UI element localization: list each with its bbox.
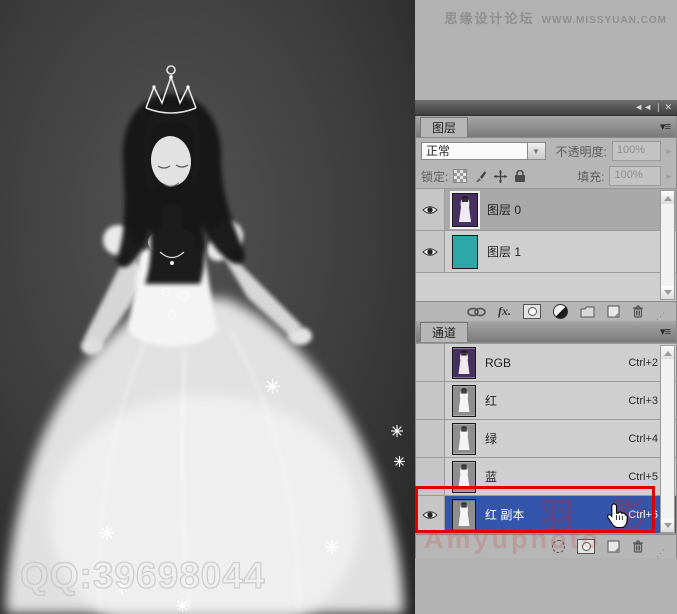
adjustment-layer-icon[interactable] bbox=[553, 304, 568, 319]
layers-button-bar: fx. ⋰ bbox=[416, 301, 676, 321]
blend-mode-value: 正常 bbox=[421, 142, 527, 160]
channel-thumbnail[interactable] bbox=[452, 384, 476, 417]
channel-name[interactable]: 红 bbox=[485, 392, 497, 409]
layer-style-icon[interactable]: fx. bbox=[498, 304, 511, 319]
scroll-up-icon[interactable] bbox=[661, 346, 674, 359]
layers-panel: 图层 ▾≡ 正常 ▼ 不透明度: 100% ▸ 锁定: 填充: 100% ▸ 图… bbox=[415, 116, 677, 321]
opacity-popup-icon[interactable]: ▸ bbox=[666, 146, 671, 157]
lock-transparency-icon[interactable] bbox=[453, 169, 468, 183]
opacity-value[interactable]: 100% bbox=[611, 141, 662, 161]
fill-label: 填充: bbox=[577, 169, 605, 184]
layer-name[interactable]: 图层 0 bbox=[487, 201, 521, 218]
layers-tabrow: 图层 ▾≡ bbox=[416, 116, 676, 138]
scroll-down-icon[interactable] bbox=[661, 286, 674, 299]
canvas-photo: QQ:39698044 bbox=[0, 0, 415, 614]
channel-name[interactable]: 绿 bbox=[485, 430, 497, 447]
channel-visibility-toggle[interactable] bbox=[416, 420, 445, 457]
scroll-down-icon[interactable] bbox=[661, 519, 674, 532]
channel-name[interactable]: RGB bbox=[485, 356, 511, 370]
channels-panel-menu-icon[interactable]: ▾≡ bbox=[660, 325, 671, 338]
layer-name[interactable]: 图层 1 bbox=[487, 243, 521, 260]
channel-row-red-copy[interactable]: 红 副本 Ctrl+6 bbox=[416, 496, 676, 534]
channel-thumbnail[interactable] bbox=[452, 346, 476, 379]
close-dock-icon[interactable]: ✕ bbox=[664, 103, 672, 112]
layers-panel-menu-icon[interactable]: ▾≡ bbox=[660, 120, 671, 133]
new-layer-icon[interactable] bbox=[607, 305, 620, 318]
new-channel-icon[interactable] bbox=[607, 540, 620, 553]
channel-visibility-toggle[interactable] bbox=[416, 458, 445, 495]
channel-row-red[interactable]: 红 Ctrl+3 bbox=[416, 382, 676, 420]
link-layers-icon[interactable] bbox=[467, 307, 486, 317]
blend-mode-row: 正常 ▼ 不透明度: 100% ▸ bbox=[416, 138, 676, 164]
fill-popup-icon[interactable]: ▸ bbox=[666, 171, 671, 182]
chevron-down-icon[interactable]: ▼ bbox=[526, 142, 546, 160]
channels-panel: 通道 ▾≡ RGB Ctrl+2 红 Ctrl+3 绿 Ctrl+4 蓝 Ctr… bbox=[415, 321, 677, 558]
bride-photo: QQ:39698044 bbox=[0, 0, 415, 614]
channel-visibility-toggle[interactable] bbox=[416, 496, 445, 533]
channel-shortcut: Ctrl+2 bbox=[628, 356, 658, 369]
channel-row-blue[interactable]: 蓝 Ctrl+5 bbox=[416, 458, 676, 496]
opacity-label: 不透明度: bbox=[555, 144, 607, 159]
channel-visibility-toggle[interactable] bbox=[416, 344, 445, 381]
layer-row-1[interactable]: 图层 1 bbox=[416, 231, 676, 273]
lock-label: 锁定: bbox=[421, 169, 449, 184]
panel-resize-grip[interactable]: ⋰ bbox=[656, 549, 666, 558]
fill-value[interactable]: 100% bbox=[609, 166, 662, 186]
forum-url: WWW.MISSYUAN.COM bbox=[541, 15, 667, 26]
channel-name[interactable]: 红 副本 bbox=[485, 506, 524, 523]
eye-icon bbox=[423, 248, 437, 255]
channel-thumbnail[interactable] bbox=[452, 422, 476, 455]
lock-row: 锁定: 填充: 100% ▸ bbox=[416, 164, 676, 188]
new-group-icon[interactable] bbox=[580, 306, 595, 318]
flower-accent bbox=[265, 379, 280, 394]
tab-channels[interactable]: 通道 bbox=[420, 321, 469, 342]
dock-titlebar: ◄◄ | ✕ bbox=[415, 100, 677, 116]
channel-thumbnail[interactable] bbox=[452, 460, 476, 493]
channels-tabrow: 通道 ▾≡ bbox=[416, 321, 676, 343]
channel-shortcut: Ctrl+3 bbox=[628, 394, 658, 407]
lock-all-icon[interactable] bbox=[514, 169, 526, 183]
channels-scrollbar[interactable] bbox=[660, 345, 675, 533]
layer-thumbnail[interactable] bbox=[452, 234, 478, 269]
collapse-dock-icon[interactable]: ◄◄ bbox=[634, 103, 652, 112]
lock-position-icon[interactable] bbox=[494, 169, 508, 183]
layers-list: 图层 0 图层 1 bbox=[416, 188, 676, 301]
channel-shortcut: Ctrl+5 bbox=[628, 470, 658, 483]
save-selection-as-channel-icon[interactable] bbox=[577, 539, 595, 554]
layer-visibility-toggle[interactable] bbox=[416, 189, 445, 230]
delete-channel-trash-icon[interactable] bbox=[632, 540, 644, 553]
channel-name[interactable]: 蓝 bbox=[485, 468, 497, 485]
delete-layer-trash-icon[interactable] bbox=[632, 305, 644, 318]
channels-list: RGB Ctrl+2 红 Ctrl+3 绿 Ctrl+4 蓝 Ctrl+5 红 … bbox=[416, 343, 676, 534]
panel-resize-grip[interactable]: ⋰ bbox=[656, 312, 666, 321]
channel-row-green[interactable]: 绿 Ctrl+4 bbox=[416, 420, 676, 458]
blend-mode-select[interactable]: 正常 ▼ bbox=[421, 142, 546, 160]
layer-row-0[interactable]: 图层 0 bbox=[416, 189, 676, 231]
channel-shortcut: Ctrl+4 bbox=[628, 432, 658, 445]
lock-paint-brush-icon[interactable] bbox=[474, 170, 487, 183]
layer-thumbnail[interactable] bbox=[450, 190, 480, 229]
channels-button-bar: ⋰ bbox=[416, 534, 676, 558]
channel-row-rgb[interactable]: RGB Ctrl+2 bbox=[416, 344, 676, 382]
channel-thumbnail[interactable] bbox=[452, 498, 476, 531]
panel-dock: ◄◄ | ✕ 图层 ▾≡ 正常 ▼ 不透明度: 100% ▸ 锁定: 填充: 1… bbox=[415, 100, 677, 558]
tab-layers[interactable]: 图层 bbox=[420, 116, 469, 137]
channel-visibility-toggle[interactable] bbox=[416, 382, 445, 419]
layers-scrollbar[interactable] bbox=[660, 190, 675, 300]
forum-name: 思缘设计论坛 bbox=[444, 11, 535, 26]
channel-shortcut: Ctrl+6 bbox=[628, 508, 658, 521]
layer-visibility-toggle[interactable] bbox=[416, 231, 445, 272]
add-layer-mask-icon[interactable] bbox=[523, 304, 541, 319]
titlebar-divider: | bbox=[657, 102, 660, 112]
scroll-up-icon[interactable] bbox=[661, 191, 674, 204]
load-channel-selection-icon[interactable] bbox=[552, 540, 565, 553]
eye-icon bbox=[423, 511, 437, 518]
qq-watermark: QQ:39698044 bbox=[20, 555, 266, 596]
eye-icon bbox=[423, 206, 437, 213]
forum-credit: 思缘设计论坛 WWW.MISSYUAN.COM bbox=[445, 8, 667, 27]
